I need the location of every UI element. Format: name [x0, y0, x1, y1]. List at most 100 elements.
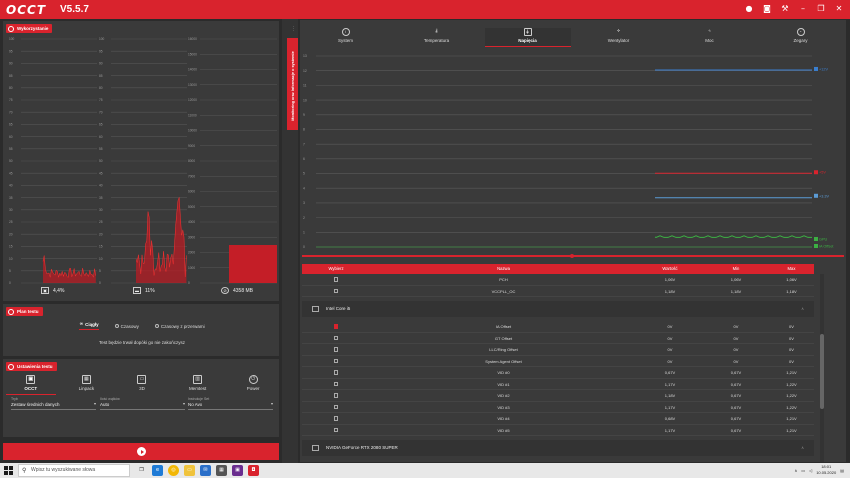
chevron-up-icon[interactable]: ∧ [801, 440, 804, 456]
col-value[interactable]: Wartość [637, 264, 703, 274]
chip-icon: ▦ [81, 375, 91, 384]
col-max[interactable]: Max [769, 264, 814, 274]
col-min[interactable]: Min [703, 264, 769, 274]
test-occt[interactable]: ▣ OCCT [5, 375, 56, 395]
sensor-checkbox[interactable] [333, 393, 339, 398]
sensor-name: LLC/Ring Offset [489, 347, 518, 352]
usage-axis-label: 50 [9, 159, 13, 163]
tab-clocks[interactable]: ◔ Zegary [758, 28, 844, 47]
plan-option-timed-breaks[interactable]: Czasowy z przerwami [154, 322, 205, 330]
usage-axis-label: 70 [99, 110, 103, 114]
legend-label: +5V [819, 171, 826, 175]
test-power[interactable]: ⏻ Power [228, 375, 278, 395]
legend-swatch [814, 170, 818, 175]
task-view-icon[interactable]: ❐ [136, 465, 147, 476]
tab-system[interactable]: i System [303, 28, 389, 47]
wrench-icon[interactable]: ⚒ [780, 4, 790, 14]
sensor-name: PCH [499, 277, 508, 282]
tab-voltage[interactable]: ⏚ Napięcia [484, 28, 571, 47]
usage-axis-label: 45 [9, 171, 13, 175]
instruction-set-select[interactable]: Instrukcje Set No Avx [188, 397, 273, 410]
table-scrollbar[interactable] [820, 274, 824, 462]
sensor-checkbox[interactable] [333, 370, 339, 375]
col-name[interactable]: Nazwa [370, 264, 637, 274]
ram-usage-bar [229, 245, 277, 283]
graph-splitter[interactable] [302, 255, 844, 257]
record-icon[interactable]: ● [744, 4, 754, 14]
sensor-name: VID #3 [497, 404, 510, 410]
usage-axis-label: 9000 [188, 144, 195, 148]
sensor-value: 0V [667, 324, 673, 329]
sensor-table-header: Wybierz Nazwa Wartość Min Max [302, 264, 814, 274]
usage-axis-label: 14000 [188, 68, 197, 72]
network-icon[interactable]: ▭ [801, 468, 805, 473]
sensor-checkbox[interactable] [333, 404, 339, 409]
volume-icon[interactable]: ◁ [809, 468, 812, 473]
threads-select[interactable]: Ilość wątków Auto [100, 397, 185, 410]
notifications-icon[interactable]: ▤ [840, 468, 844, 473]
windows-store-icon[interactable]: ▦ [216, 465, 227, 476]
usage-axis-label: 95 [9, 49, 13, 53]
tab-power[interactable]: ϟ Moc [667, 28, 753, 47]
plan-title: Plan testu [17, 309, 39, 314]
table-row: GPU 0,64V 0,64V 0,78V [302, 460, 814, 462]
volt-axis-label: 12 [303, 69, 307, 73]
close-icon[interactable]: ✕ [834, 4, 844, 14]
edge-icon[interactable]: e [152, 465, 163, 476]
device-group-header[interactable]: NVIDIA GeForce RTX 2080 SUPER ∧ [302, 440, 814, 456]
mode-select[interactable]: Tryb Zestaw średnich danych [11, 397, 96, 410]
settings-panel: Ustawienia testu ▣ OCCT ▦ Linpack ▭ 3D ▥ Mem… [3, 359, 279, 437]
taskbar-search-input[interactable]: Wpisz tu wyszukiwane słowa [18, 464, 130, 477]
mail-icon[interactable]: ✉ [200, 465, 211, 476]
sensor-checkbox[interactable] [333, 358, 339, 363]
sensor-min: 0V [733, 358, 739, 364]
windows-start-icon[interactable] [4, 466, 13, 475]
sensor-value: 1,06V [664, 277, 676, 282]
sensor-min: 0,67V [730, 393, 742, 398]
sensor-name: VID #4 [497, 416, 510, 421]
sensor-checkbox[interactable] [333, 416, 339, 421]
tray-chevron-icon[interactable]: ∧ [794, 468, 797, 473]
purple-app-icon[interactable]: ▣ [232, 465, 243, 476]
occt-taskbar-icon[interactable]: ◘ [248, 465, 259, 476]
sensor-checkbox[interactable] [333, 347, 339, 352]
sensor-checkbox[interactable] [333, 324, 339, 329]
col-select[interactable]: Wybierz [302, 264, 370, 274]
chrome-icon[interactable]: ◎ [168, 465, 179, 476]
chevron-up-icon[interactable]: ∧ [801, 301, 804, 317]
sensor-checkbox[interactable] [333, 335, 339, 340]
usage-axis-label: 55 [9, 147, 13, 151]
file-explorer-icon[interactable]: ▭ [184, 465, 195, 476]
plan-option-continuous[interactable]: ∞ Ciągły [79, 322, 99, 330]
device-group-header[interactable]: Intel Core i5 ∧ [302, 301, 814, 317]
test-3d[interactable]: ▭ 3D [117, 375, 167, 395]
test-memtest[interactable]: ▥ Memtest [173, 375, 223, 395]
usage-axis-label: 65 [9, 123, 13, 127]
menu-dots-icon[interactable]: ⋮ [291, 26, 296, 32]
thermometer-icon: 🌡 [433, 28, 440, 33]
test-linpack[interactable]: ▦ Linpack [61, 375, 111, 395]
sensor-checkbox[interactable] [333, 288, 339, 293]
sensor-checkbox[interactable] [333, 381, 339, 386]
sensor-checkbox[interactable] [333, 427, 339, 432]
camera-icon[interactable]: ◙ [762, 4, 772, 14]
test-types: ▣ OCCT ▦ Linpack ▭ 3D ▥ Memtest ⏻ Power [3, 375, 281, 395]
start-test-button[interactable] [3, 443, 279, 460]
sensor-min: 0V [733, 324, 739, 329]
legend-swatch [814, 66, 818, 71]
sensor-checkbox[interactable] [333, 277, 339, 282]
scrollbar-thumb[interactable] [820, 334, 824, 409]
taskbar-clock[interactable]: 18:01 10.05.2020 [816, 464, 836, 476]
usage-axis-label: 55 [99, 147, 103, 151]
minimize-icon[interactable]: – [798, 4, 808, 14]
maximize-icon[interactable]: ❐ [816, 4, 826, 14]
monitoring-tab[interactable]: Monitoring oraz Informacje o systemie [287, 38, 298, 130]
speedometer-icon: ◔ [796, 28, 805, 36]
usage-axis-label: 16000 [188, 37, 197, 41]
tab-temperature[interactable]: 🌡 Temperatura [394, 28, 480, 47]
table-row: System Agent Offset 0V 0V 0V [302, 356, 814, 367]
tab-fans[interactable]: ✢ Wentylator [576, 28, 662, 47]
usage-axis-label: 90 [9, 62, 13, 66]
plan-option-timed[interactable]: Czasowy [114, 322, 139, 330]
sensor-max: 1,21V [786, 370, 797, 375]
